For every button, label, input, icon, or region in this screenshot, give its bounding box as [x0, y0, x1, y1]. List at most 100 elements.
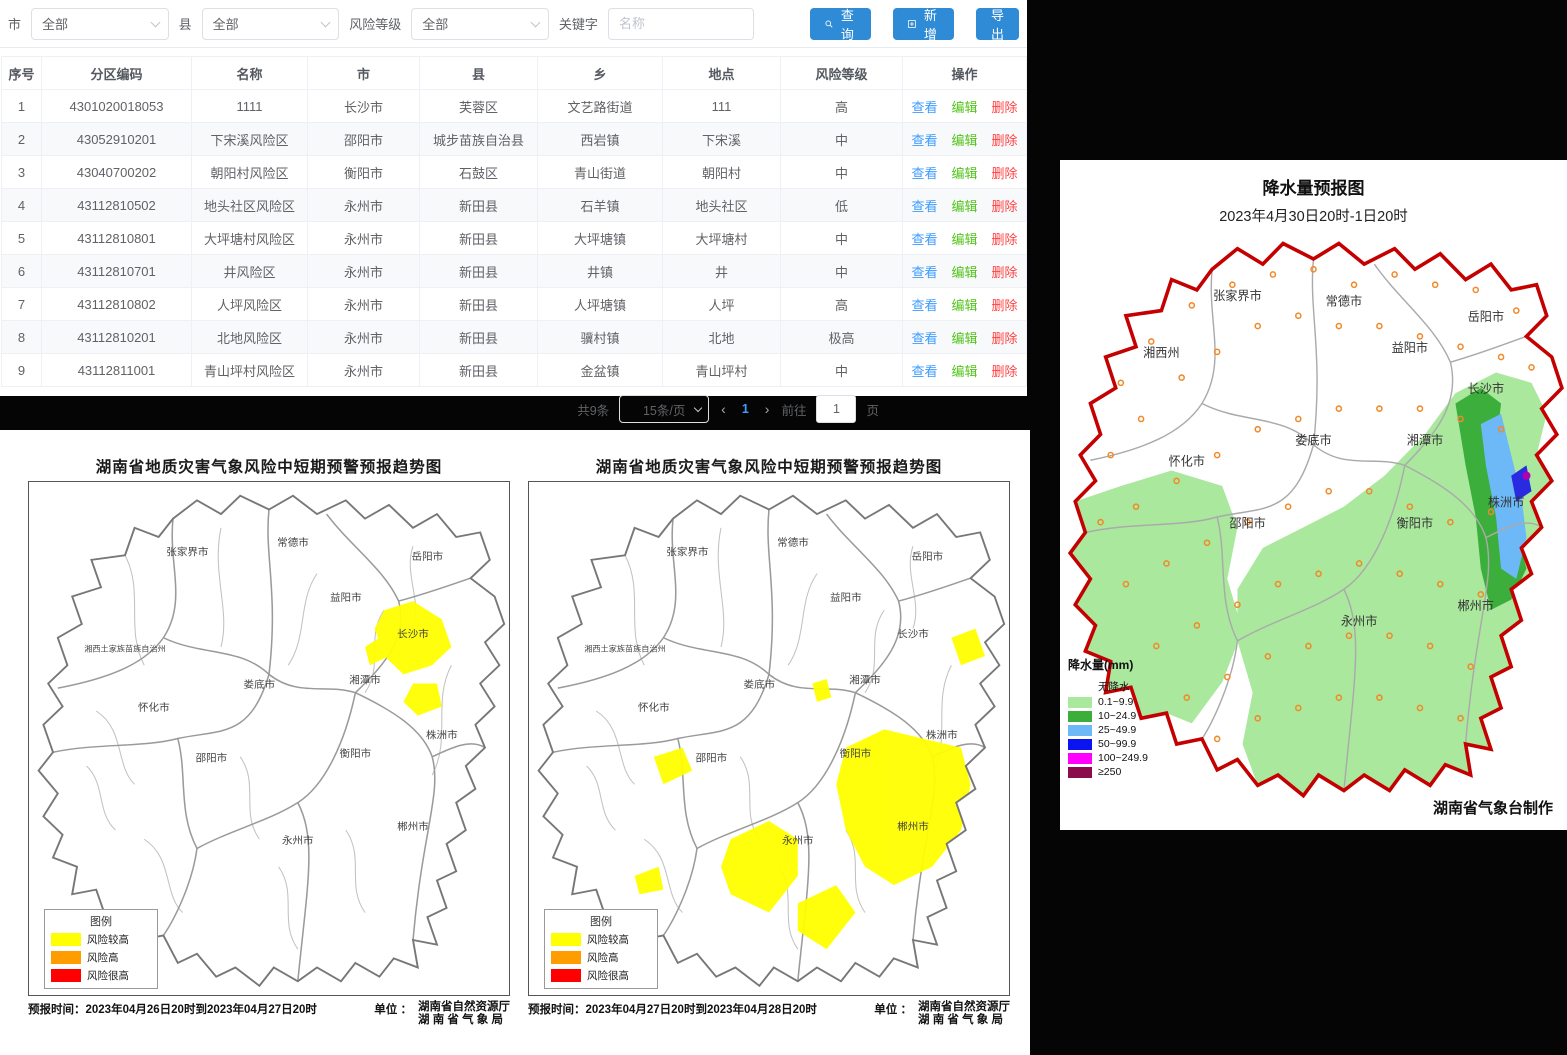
table-cell: 大坪塘镇 [538, 222, 663, 255]
city-select[interactable]: 全部 [31, 8, 169, 40]
table-cell: 大坪塘村 [663, 222, 781, 255]
delete-link[interactable]: 删除 [992, 232, 1018, 247]
view-link[interactable]: 查看 [911, 298, 937, 313]
search-button[interactable]: 查询 [810, 8, 871, 40]
table-cell: 6 [2, 255, 42, 288]
table-cell: 7 [2, 288, 42, 321]
actions-cell: 查看编辑删除 [903, 288, 1027, 321]
edit-link[interactable]: 编辑 [951, 100, 977, 115]
keyword-input[interactable] [608, 8, 754, 40]
chevron-down-icon [530, 17, 540, 27]
legend-label: 100~249.9 [1098, 752, 1148, 764]
actions-cell: 查看编辑删除 [903, 255, 1027, 288]
export-button[interactable]: 导出 [976, 8, 1019, 40]
city-label: 湘西州 [1143, 345, 1179, 360]
delete-link[interactable]: 删除 [992, 166, 1018, 181]
view-link[interactable]: 查看 [911, 265, 937, 280]
city-label: 永州市 [282, 834, 314, 847]
legend-swatch [1068, 767, 1092, 778]
edit-link[interactable]: 编辑 [951, 331, 977, 346]
legend-item: 25~49.9 [1068, 724, 1178, 736]
table-cell: 低 [781, 189, 903, 222]
city-label: 怀化市 [638, 701, 670, 714]
delete-link[interactable]: 删除 [992, 298, 1018, 313]
precip-map-panel: 降水量预报图 2023年4月30日20时-1日20时 湘西州张家界市常德市岳阳市… [1060, 160, 1567, 830]
legend-label: 风险很高 [87, 968, 129, 983]
actions-cell: 查看编辑删除 [903, 222, 1027, 255]
view-link[interactable]: 查看 [911, 232, 937, 247]
risk-select[interactable]: 全部 [411, 8, 549, 40]
table-cell: 金盆镇 [538, 354, 663, 387]
view-link[interactable]: 查看 [911, 331, 937, 346]
table-cell: 中 [781, 354, 903, 387]
precip-map-title: 降水量预报图 [1060, 174, 1567, 199]
county-select[interactable]: 全部 [202, 8, 340, 40]
delete-link[interactable]: 删除 [992, 331, 1018, 346]
table-row: 543112810801大坪塘村风险区永州市新田县大坪塘镇大坪塘村中查看编辑删除 [2, 222, 1027, 255]
table-cell: 永州市 [308, 189, 420, 222]
view-link[interactable]: 查看 [911, 100, 937, 115]
city-label: 湘西土家族苗族自治州 [84, 644, 166, 654]
delete-link[interactable]: 删除 [992, 199, 1018, 214]
next-page-button[interactable]: › [763, 401, 772, 417]
delete-link[interactable]: 删除 [992, 100, 1018, 115]
view-link[interactable]: 查看 [911, 199, 937, 214]
table-cell: 青山坪村风险区 [192, 354, 308, 387]
table-cell: 石鼓区 [420, 156, 538, 189]
current-page[interactable]: 1 [738, 402, 753, 416]
legend-item: 10~24.9 [1068, 710, 1178, 722]
delete-link[interactable]: 删除 [992, 265, 1018, 280]
table-cell: 井风险区 [192, 255, 308, 288]
table-cell: 111 [663, 90, 781, 123]
table-row: 343040700202朝阳村风险区衡阳市石鼓区青山街道朝阳村中查看编辑删除 [2, 156, 1027, 189]
view-link[interactable]: 查看 [911, 166, 937, 181]
table-cell: 永州市 [308, 354, 420, 387]
legend-swatch [1068, 753, 1092, 764]
precip-map-subtitle: 2023年4月30日20时-1日20时 [1060, 205, 1567, 226]
edit-link[interactable]: 编辑 [951, 166, 977, 181]
legend-item: 风险很高 [51, 968, 151, 983]
legend-item: 无降水 [1068, 679, 1178, 694]
table-cell: 3 [2, 156, 42, 189]
city-label: 衡阳市 [840, 747, 872, 760]
add-button[interactable]: 新增 [893, 8, 954, 40]
trend-map-title: 湖南省地质灾害气象风险中短期预警预报趋势图 [28, 455, 510, 477]
table-cell: 5 [2, 222, 42, 255]
edit-link[interactable]: 编辑 [951, 232, 977, 247]
toolbar: 查询 新增 导出 [810, 8, 1019, 40]
edit-link[interactable]: 编辑 [951, 265, 977, 280]
table-cell: 青山坪村 [663, 354, 781, 387]
table-cell: 43112810701 [42, 255, 192, 288]
edit-link[interactable]: 编辑 [951, 199, 977, 214]
delete-link[interactable]: 删除 [992, 364, 1018, 379]
city-label: 益阳市 [1392, 340, 1428, 355]
trend-map-footer: 预报时间：2023年04月26日20时到2023年04月27日20时 单位 ： … [28, 1001, 510, 1027]
city-label: 岳阳市 [1468, 309, 1504, 324]
table-cell: 8 [2, 321, 42, 354]
edit-link[interactable]: 编辑 [951, 133, 977, 148]
actions-cell: 查看编辑删除 [903, 354, 1027, 387]
city-label: 怀化市 [1169, 453, 1205, 468]
table-cell: 北地 [663, 321, 781, 354]
column-header: 县 [420, 57, 538, 90]
trend-map-box: 湘西土家族苗族自治州张家界市常德市岳阳市益阳市长沙市娄底市湘潭市株洲市怀化市邵阳… [28, 481, 510, 996]
page-size-select[interactable]: 15条/页 [619, 395, 709, 423]
edit-link[interactable]: 编辑 [951, 298, 977, 313]
table-row: 743112810802人坪风险区永州市新田县人坪塘镇人坪高查看编辑删除 [2, 288, 1027, 321]
goto-page-input[interactable] [816, 395, 856, 423]
delete-link[interactable]: 删除 [992, 133, 1018, 148]
city-label: 娄底市 [744, 678, 776, 691]
city-label: 邵阳市 [1229, 515, 1265, 530]
view-link[interactable]: 查看 [911, 364, 937, 379]
legend-swatch [51, 951, 81, 964]
view-link[interactable]: 查看 [911, 133, 937, 148]
table-cell: 西岩镇 [538, 123, 663, 156]
table-cell: 永州市 [308, 222, 420, 255]
legend-label: 0.1~9.9 [1098, 696, 1133, 708]
prev-page-button[interactable]: ‹ [719, 401, 728, 417]
city-label: 益阳市 [830, 591, 862, 604]
edit-link[interactable]: 编辑 [951, 364, 977, 379]
legend-item: 风险高 [51, 950, 151, 965]
city-label: 长沙市 [397, 628, 429, 641]
actions-cell: 查看编辑删除 [903, 123, 1027, 156]
